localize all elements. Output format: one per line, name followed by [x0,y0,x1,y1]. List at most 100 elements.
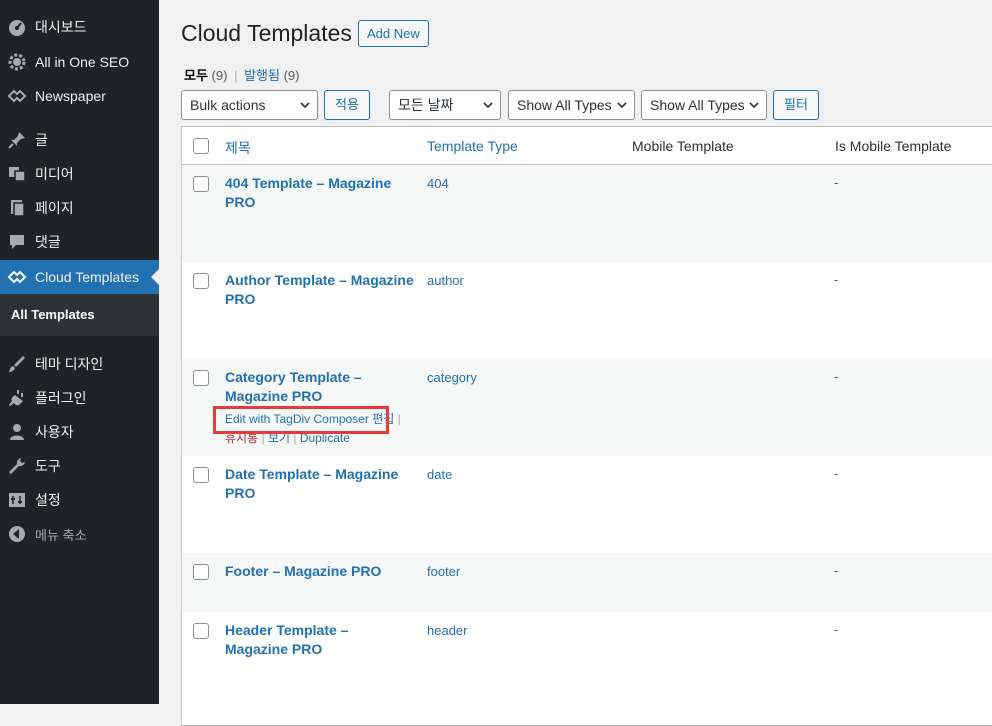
row-title-link[interactable]: Date Template – Magazine PRO [225,465,415,503]
row-actions: Edit with TagDiv Composer 편집 | 휴지통 | 보기 … [225,410,415,448]
column-title[interactable]: 제목 [225,138,251,158]
row-is-mobile: - [834,369,839,384]
sidebar-item-label: 메뉴 축소 [35,527,87,543]
sidebar-item-comments[interactable]: 댓글 [0,225,159,259]
row-checkbox[interactable] [193,273,209,289]
sidebar-item-aioseo[interactable]: All in One SEO [0,45,159,79]
row-checkbox[interactable] [193,370,209,386]
media-icon [7,164,27,184]
templates-table: 제목 Template Type Mobile Template Is Mobi… [181,126,992,726]
table-row: Category Template – Magazine PRO categor… [182,359,992,456]
table-row: Footer – Magazine PRO footer - [182,553,992,612]
row-title-link[interactable]: Header Template – Magazine PRO [225,621,395,659]
row-type-link[interactable]: category [427,370,477,385]
sidebar-item-label: 설정 [35,492,61,508]
sidebar-collapse-menu[interactable]: 메뉴 축소 [0,517,159,551]
view-all-count: (9) [211,68,228,83]
row-type-link[interactable]: footer [427,564,460,579]
newspaper-icon [7,86,27,106]
action-separator: | [397,412,401,426]
main-content: Cloud Templates Add New 모두 (9) | 발행됨 (9)… [159,0,992,726]
page-title: Cloud Templates [181,20,352,46]
row-type-link[interactable]: author [427,273,464,288]
edit-link[interactable]: 편집 [372,412,394,426]
submenu-item-all-templates[interactable]: All Templates [11,307,95,322]
sidebar-item-label: 사용자 [35,424,74,440]
date-filter-select[interactable]: 모든 날짜 [389,90,501,120]
action-separator: | [261,431,265,445]
pin-icon [7,130,27,150]
bulk-actions-select[interactable]: Bulk actions [181,90,318,120]
sidebar-item-pages[interactable]: 페이지 [0,191,159,225]
sidebar-item-label: 페이지 [35,200,74,216]
row-checkbox[interactable] [193,176,209,192]
sidebar-item-dashboard[interactable]: 대시보드 [0,10,159,44]
sidebar-item-appearance[interactable]: 테마 디자인 [0,347,159,381]
sidebar-item-posts[interactable]: 글 [0,123,159,157]
chevron-down-icon [749,102,759,109]
column-is-mobile-template: Is Mobile Template [835,138,952,154]
chevron-down-icon [483,102,493,109]
submenu: All Templates [0,294,159,336]
view-filter-links: 모두 (9) | 발행됨 (9) [184,65,299,84]
table-row: 404 Template – Magazine PRO 404 - [182,165,992,262]
column-template-type[interactable]: Template Type [427,138,518,154]
gear-icon [7,52,27,72]
sidebar-item-media[interactable]: 미디어 [0,157,159,191]
row-title-link[interactable]: Author Template – Magazine PRO [225,271,415,309]
row-checkbox[interactable] [193,623,209,639]
view-link[interactable]: 보기 [268,431,290,445]
row-checkbox[interactable] [193,467,209,483]
sidebar-item-label: Newspaper [35,88,106,104]
row-is-mobile: - [834,272,839,287]
row-type-link[interactable]: header [427,623,467,638]
type-filter-select[interactable]: Show All Types [508,90,635,120]
table-row: Header Template – Magazine PRO header - [182,612,992,709]
dashboard-icon [7,17,27,37]
row-checkbox[interactable] [193,564,209,580]
type-filter-value: Show All Types [517,97,612,113]
admin-sidebar: 대시보드 All in One SEO Newspaper 글 미디어 페이지 [0,0,159,704]
sidebar-item-label: 테마 디자인 [35,356,104,372]
settings-icon [7,490,27,510]
row-is-mobile: - [834,175,839,190]
sidebar-item-label: Cloud Templates [35,269,140,285]
table-row: Author Template – Magazine PRO author - [182,262,992,359]
duplicate-link[interactable]: Duplicate [300,431,350,445]
sidebar-item-users[interactable]: 사용자 [0,415,159,449]
collapse-icon [7,524,27,544]
sidebar-item-label: All in One SEO [35,54,130,70]
sidebar-item-newspaper[interactable]: Newspaper [0,79,159,113]
comment-icon [7,232,27,252]
row-type-link[interactable]: date [427,467,452,482]
select-all-checkbox[interactable] [193,138,209,154]
row-title-link[interactable]: Category Template – Magazine PRO [225,368,415,406]
sidebar-item-label: 도구 [35,458,61,474]
sidebar-item-settings[interactable]: 설정 [0,483,159,517]
row-is-mobile: - [834,622,839,637]
sidebar-item-tools[interactable]: 도구 [0,449,159,483]
sidebar-item-label: 미디어 [35,166,74,182]
add-new-button[interactable]: Add New [358,20,429,47]
sidebar-item-label: 대시보드 [35,19,87,35]
sidebar-item-label: 글 [35,132,48,148]
user-icon [7,422,27,442]
row-title-link[interactable]: Footer – Magazine PRO [225,562,425,581]
bulk-actions-value: Bulk actions [190,97,266,113]
row-title-link[interactable]: 404 Template – Magazine PRO [225,174,415,212]
edit-with-composer-link[interactable]: Edit with TagDiv Composer [225,412,369,426]
row-is-mobile: - [834,466,839,481]
type-filter-select-2[interactable]: Show All Types [641,90,767,120]
sidebar-item-plugins[interactable]: 플러그인 [0,381,159,415]
trash-link[interactable]: 휴지통 [225,431,258,445]
action-separator: | [293,431,297,445]
sidebar-item-label: 플러그인 [35,390,87,406]
row-type-link[interactable]: 404 [427,176,449,191]
sidebar-item-cloud-templates[interactable]: Cloud Templates [0,260,159,294]
type-filter-value-2: Show All Types [650,97,745,113]
cloud-templates-icon [7,267,27,287]
view-published-link[interactable]: 발행됨 [244,68,280,83]
filter-button[interactable]: 필터 [773,90,819,120]
view-all-link[interactable]: 모두 [184,68,208,83]
apply-button[interactable]: 적용 [324,90,370,120]
